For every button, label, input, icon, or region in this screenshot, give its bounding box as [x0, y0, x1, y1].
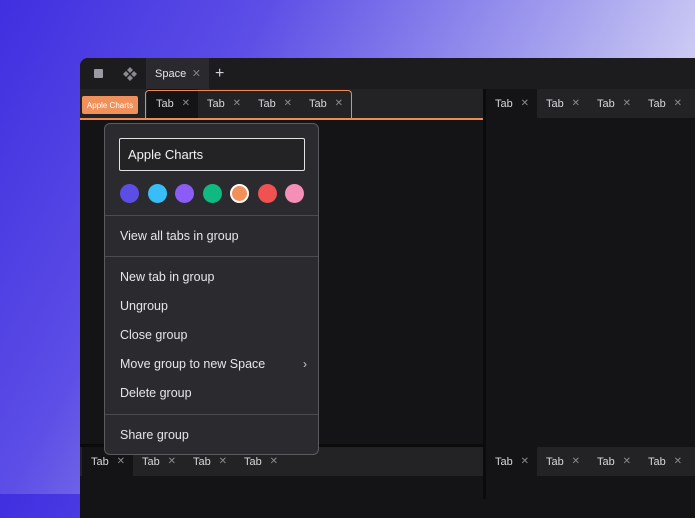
space-tab[interactable]: Space ✕: [146, 58, 209, 89]
tab[interactable]: Tab ✕: [486, 89, 537, 118]
tab[interactable]: Tab ✕: [537, 447, 588, 476]
move-group-item[interactable]: Move group to new Space ›: [120, 352, 310, 376]
tab-label: Tab: [142, 455, 160, 468]
tab[interactable]: Tab ✕: [588, 89, 639, 118]
new-tab-in-group-item[interactable]: New tab in group: [120, 265, 310, 289]
close-icon[interactable]: ✕: [623, 447, 631, 476]
menu-separator: [105, 256, 318, 257]
close-icon[interactable]: ✕: [572, 447, 580, 476]
close-icon[interactable]: ✕: [521, 89, 529, 118]
close-group-item[interactable]: Close group: [120, 323, 310, 347]
tab-group-context-menu: View all tabs in group New tab in group …: [104, 123, 319, 455]
tab-label: Tab: [91, 455, 109, 468]
tab-label: Tab: [546, 455, 564, 468]
pane-top-right: Tab ✕ Tab ✕ Tab ✕ Tab ✕: [486, 89, 695, 444]
tab-label: Tab: [597, 455, 615, 468]
close-icon[interactable]: ✕: [674, 89, 682, 118]
tab-label: Tab: [648, 455, 666, 468]
move-group-label: Move group to new Space: [120, 357, 266, 371]
close-icon[interactable]: ✕: [572, 89, 580, 118]
top-bar: Space ✕ +: [80, 58, 695, 89]
tab-label: Tab: [546, 97, 564, 110]
tab[interactable]: Tab ✕: [588, 447, 639, 476]
color-swatch-pink[interactable]: [285, 184, 304, 203]
tab-label: Tab: [597, 97, 615, 110]
tab[interactable]: Tab ✕: [639, 89, 690, 118]
new-space-button[interactable]: +: [215, 58, 224, 89]
tab-label: Tab: [495, 455, 513, 468]
color-swatch-red[interactable]: [258, 184, 277, 203]
color-swatch-green[interactable]: [203, 184, 222, 203]
color-swatch-indigo[interactable]: [120, 184, 139, 203]
close-icon[interactable]: ✕: [674, 447, 682, 476]
color-swatch-orange[interactable]: [230, 184, 249, 203]
tab-label: Tab: [495, 97, 513, 110]
tab[interactable]: Tab ✕: [486, 447, 537, 476]
space-tab-label: Space: [155, 67, 187, 80]
tab-group-underline: [80, 118, 483, 120]
tab-group-outline: [145, 90, 352, 120]
share-group-item[interactable]: Share group: [120, 423, 310, 447]
view-all-tabs-item[interactable]: View all tabs in group: [120, 224, 310, 248]
menu-separator: [105, 215, 318, 216]
tab-strip: Tab ✕ Tab ✕ Tab ✕ Tab ✕: [486, 447, 695, 476]
spaces-icon[interactable]: [120, 58, 140, 89]
sidebar-toggle-icon[interactable]: [88, 58, 108, 89]
tab[interactable]: Tab ✕: [639, 447, 690, 476]
tab[interactable]: Tab ✕: [537, 89, 588, 118]
chevron-right-icon: ›: [303, 357, 307, 371]
group-name-input[interactable]: [119, 138, 305, 171]
pane-divider-vertical[interactable]: [483, 89, 486, 499]
menu-separator: [105, 414, 318, 415]
tab-label: Tab: [648, 97, 666, 110]
tab-label: Tab: [244, 455, 262, 468]
ungroup-item[interactable]: Ungroup: [120, 294, 310, 318]
tab-label: Tab: [193, 455, 211, 468]
color-swatch-purple[interactable]: [175, 184, 194, 203]
delete-group-item[interactable]: Delete group: [120, 381, 310, 405]
close-icon[interactable]: ✕: [521, 447, 529, 476]
tab-group-chip[interactable]: Apple Charts: [82, 96, 138, 114]
close-icon[interactable]: ✕: [192, 67, 201, 80]
close-icon[interactable]: ✕: [623, 89, 631, 118]
tab-strip: Tab ✕ Tab ✕ Tab ✕ Tab ✕: [486, 89, 695, 118]
pane-bottom-right: Tab ✕ Tab ✕ Tab ✕ Tab ✕: [486, 447, 695, 494]
color-swatch-sky[interactable]: [148, 184, 167, 203]
